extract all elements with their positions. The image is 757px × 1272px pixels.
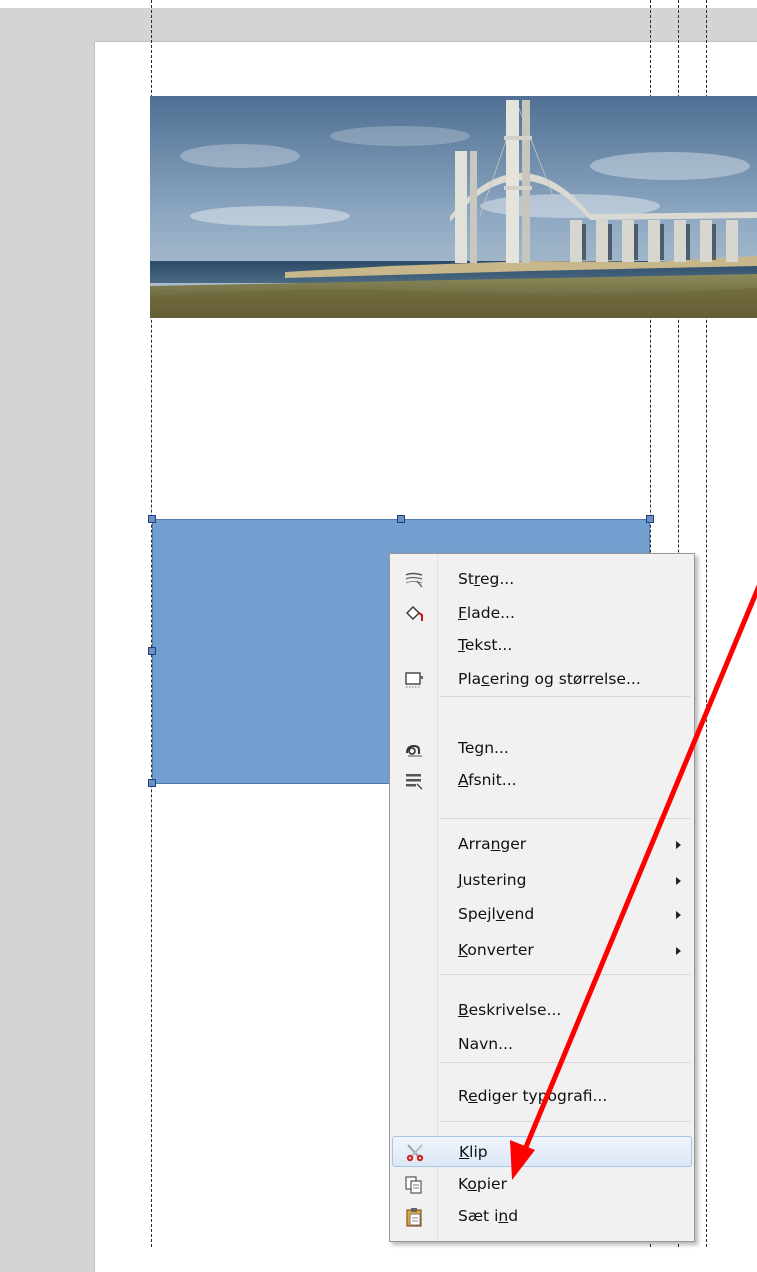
red-arrow xyxy=(510,584,757,1180)
drawing-canvas[interactable]: Streg... Flade... Tekst... Placering og stø… xyxy=(0,0,757,1272)
